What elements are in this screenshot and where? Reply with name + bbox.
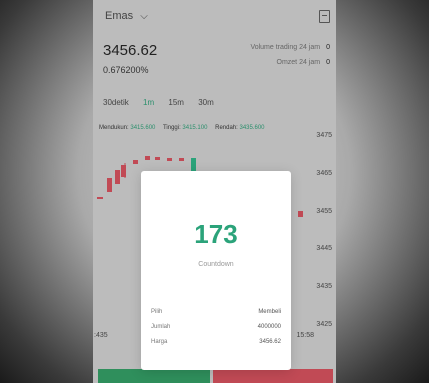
axis-label: 3455 <box>316 208 332 215</box>
time-label: 15:58 <box>296 332 314 339</box>
time-label: :435 <box>94 332 108 339</box>
tab-1m[interactable]: 1m <box>143 98 154 107</box>
detail-row-direction: Pilih Membeli <box>151 309 281 315</box>
countdown-value: 173 <box>194 219 238 249</box>
chevron-down-icon: ⌵ <box>140 11 148 22</box>
tab-30m[interactable]: 30m <box>198 98 214 107</box>
tab-15m[interactable]: 15m <box>168 98 184 107</box>
sell-button[interactable] <box>213 369 333 383</box>
detail-value: Membeli <box>258 309 281 315</box>
candle <box>133 160 138 164</box>
detail-value: 3456.62 <box>259 339 281 345</box>
detail-row-amount: Jumlah 4000000 <box>151 324 281 330</box>
axis-label: 3465 <box>316 170 332 177</box>
current-price: 3456.62 <box>103 42 158 59</box>
stat-turnover: Omzet 24 jam 0 <box>277 59 330 66</box>
buy-button[interactable] <box>98 369 210 383</box>
asset-selector[interactable]: Emas ⌵ <box>105 10 148 22</box>
tab-30s[interactable]: 30detik <box>103 98 129 107</box>
axis-label: 3425 <box>316 321 332 328</box>
document-icon[interactable] <box>319 10 330 23</box>
candle <box>298 211 303 217</box>
asset-title: Emas <box>105 10 134 22</box>
detail-label: Jumlah <box>151 324 171 330</box>
axis-label: 3435 <box>316 283 332 290</box>
axis-label: 3475 <box>316 132 332 139</box>
detail-row-price: Harga 3456.62 <box>151 339 281 345</box>
detail-value: 4000000 <box>257 324 281 330</box>
detail-label: Harga <box>151 339 168 345</box>
order-countdown-dialog: 173 Countdown Pilih Membeli Jumlah 40000… <box>141 171 291 370</box>
candle <box>167 158 172 161</box>
stat-volume-value: 0 <box>326 44 330 51</box>
stat-turnover-label: Omzet 24 jam <box>276 59 321 66</box>
stat-turnover-value: 0 <box>326 59 330 66</box>
detail-label: Pilih <box>151 309 163 315</box>
candle <box>115 170 120 184</box>
timeframe-tabs: 30detik 1m 15m 30m <box>103 98 226 107</box>
candle <box>145 156 150 160</box>
price-change-percent: 0.676200% <box>103 65 149 75</box>
stat-volume: Volume trading 24 jam 0 <box>250 44 330 51</box>
candle <box>107 178 112 192</box>
axis-label: 3445 <box>316 245 332 252</box>
countdown-label: Countdown <box>198 261 234 268</box>
candle <box>179 158 184 161</box>
candle <box>155 157 160 160</box>
stat-volume-label: Volume trading 24 jam <box>250 44 321 51</box>
